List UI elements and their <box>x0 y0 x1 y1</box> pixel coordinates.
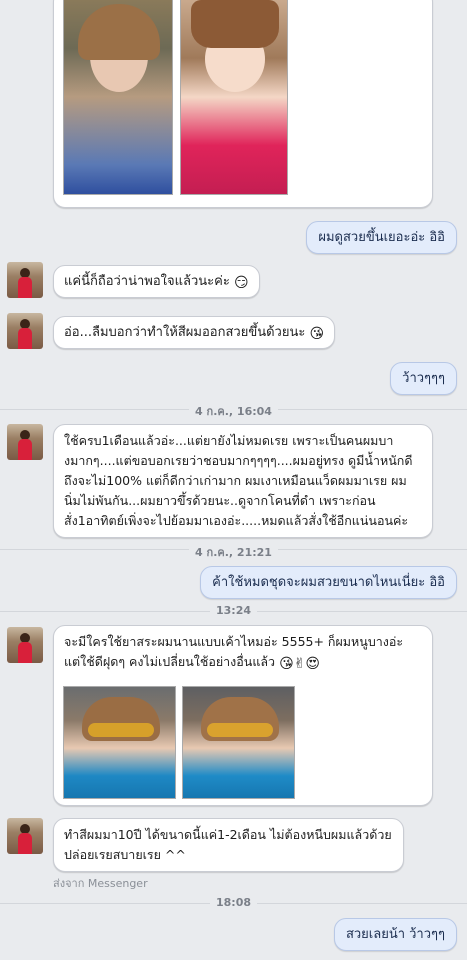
outgoing-message[interactable]: ค้าใช้หมดชุดจะผมสวยขนาดไหนเนี่ยะ อิอิ <box>200 566 457 599</box>
avatar[interactable] <box>7 627 43 663</box>
timestamp: 4 ก.ค., 16:04 <box>0 402 467 420</box>
message-text: ผมดูสวยขึ้นเยอะอ่ะ อิอิ <box>318 230 445 245</box>
avatar[interactable] <box>7 262 43 298</box>
photo-3[interactable] <box>63 686 176 799</box>
chat-thread: ผมดูสวยขึ้นเยอะอ่ะ อิอิ แค่นี้ก็ถือว่าน่… <box>0 0 467 960</box>
sent-via-label: ส่งจาก Messenger <box>53 877 148 890</box>
incoming-message[interactable]: แค่นี้ก็ถือว่าน่าพอใจแล้วนะค่ะ 😏 <box>53 265 260 298</box>
kiss-emoji-icon: 😘 <box>279 656 294 672</box>
outgoing-message[interactable]: ว้าวๆๆๆ <box>390 362 457 395</box>
photo-2[interactable] <box>180 0 288 195</box>
victory-hand-icon: ✌ <box>293 656 306 672</box>
outgoing-message[interactable]: สวยเลยน้า ว้าวๆๆ <box>333 918 457 951</box>
incoming-message[interactable]: ทำสีผมมา10ปี ได้ขนาดนี้แค่1-2เดือน ไม่ต้… <box>53 818 404 872</box>
smirk-emoji-icon: 😏 <box>233 275 249 291</box>
message-text: อ่อ...ลืมบอกว่าทำให้สีผมออกสวยขึ้นด้วยนะ <box>64 325 306 340</box>
outgoing-message[interactable]: ผมดูสวยขึ้นเยอะอ่ะ อิอิ <box>306 221 457 254</box>
avatar[interactable] <box>7 313 43 349</box>
timestamp: 4 ก.ค., 21:21 <box>0 543 467 561</box>
incoming-message[interactable]: จะมีใครใช้ยาสระผมนานแบบเค้าไหมอ่ะ 5555+ … <box>53 625 433 806</box>
message-text: จะมีใครใช้ยาสระผมนานแบบเค้าไหมอ่ะ 5555+ … <box>64 634 404 669</box>
message-text: แค่นี้ก็ถือว่าน่าพอใจแล้วนะค่ะ <box>64 274 230 289</box>
avatar[interactable] <box>7 818 43 854</box>
message-text: สวยเลยน้า ว้าวๆๆ <box>345 927 445 942</box>
photo-message[interactable] <box>53 0 433 208</box>
photo-4[interactable] <box>182 686 295 799</box>
message-text: ใช้ครบ1เดือนแล้วอ่ะ...แต่ยายังไม่หมดเรย … <box>64 433 413 528</box>
timestamp: 18:08 <box>0 896 467 909</box>
message-text: ว้าวๆๆๆ <box>402 371 445 386</box>
message-text: ทำสีผมมา10ปี ได้ขนาดนี้แค่1-2เดือน ไม่ต้… <box>64 827 392 862</box>
photo-1[interactable] <box>63 0 173 195</box>
heart-eyes-emoji-icon: 😍 <box>305 656 321 672</box>
avatar[interactable] <box>7 424 43 460</box>
timestamp: 13:24 <box>0 604 467 617</box>
kiss-emoji-icon: 😘 <box>309 326 325 342</box>
message-text: ค้าใช้หมดชุดจะผมสวยขนาดไหนเนี่ยะ อิอิ <box>212 575 445 590</box>
incoming-message[interactable]: ใช้ครบ1เดือนแล้วอ่ะ...แต่ยายังไม่หมดเรย … <box>53 424 433 538</box>
incoming-message[interactable]: อ่อ...ลืมบอกว่าทำให้สีผมออกสวยขึ้นด้วยนะ… <box>53 316 336 349</box>
